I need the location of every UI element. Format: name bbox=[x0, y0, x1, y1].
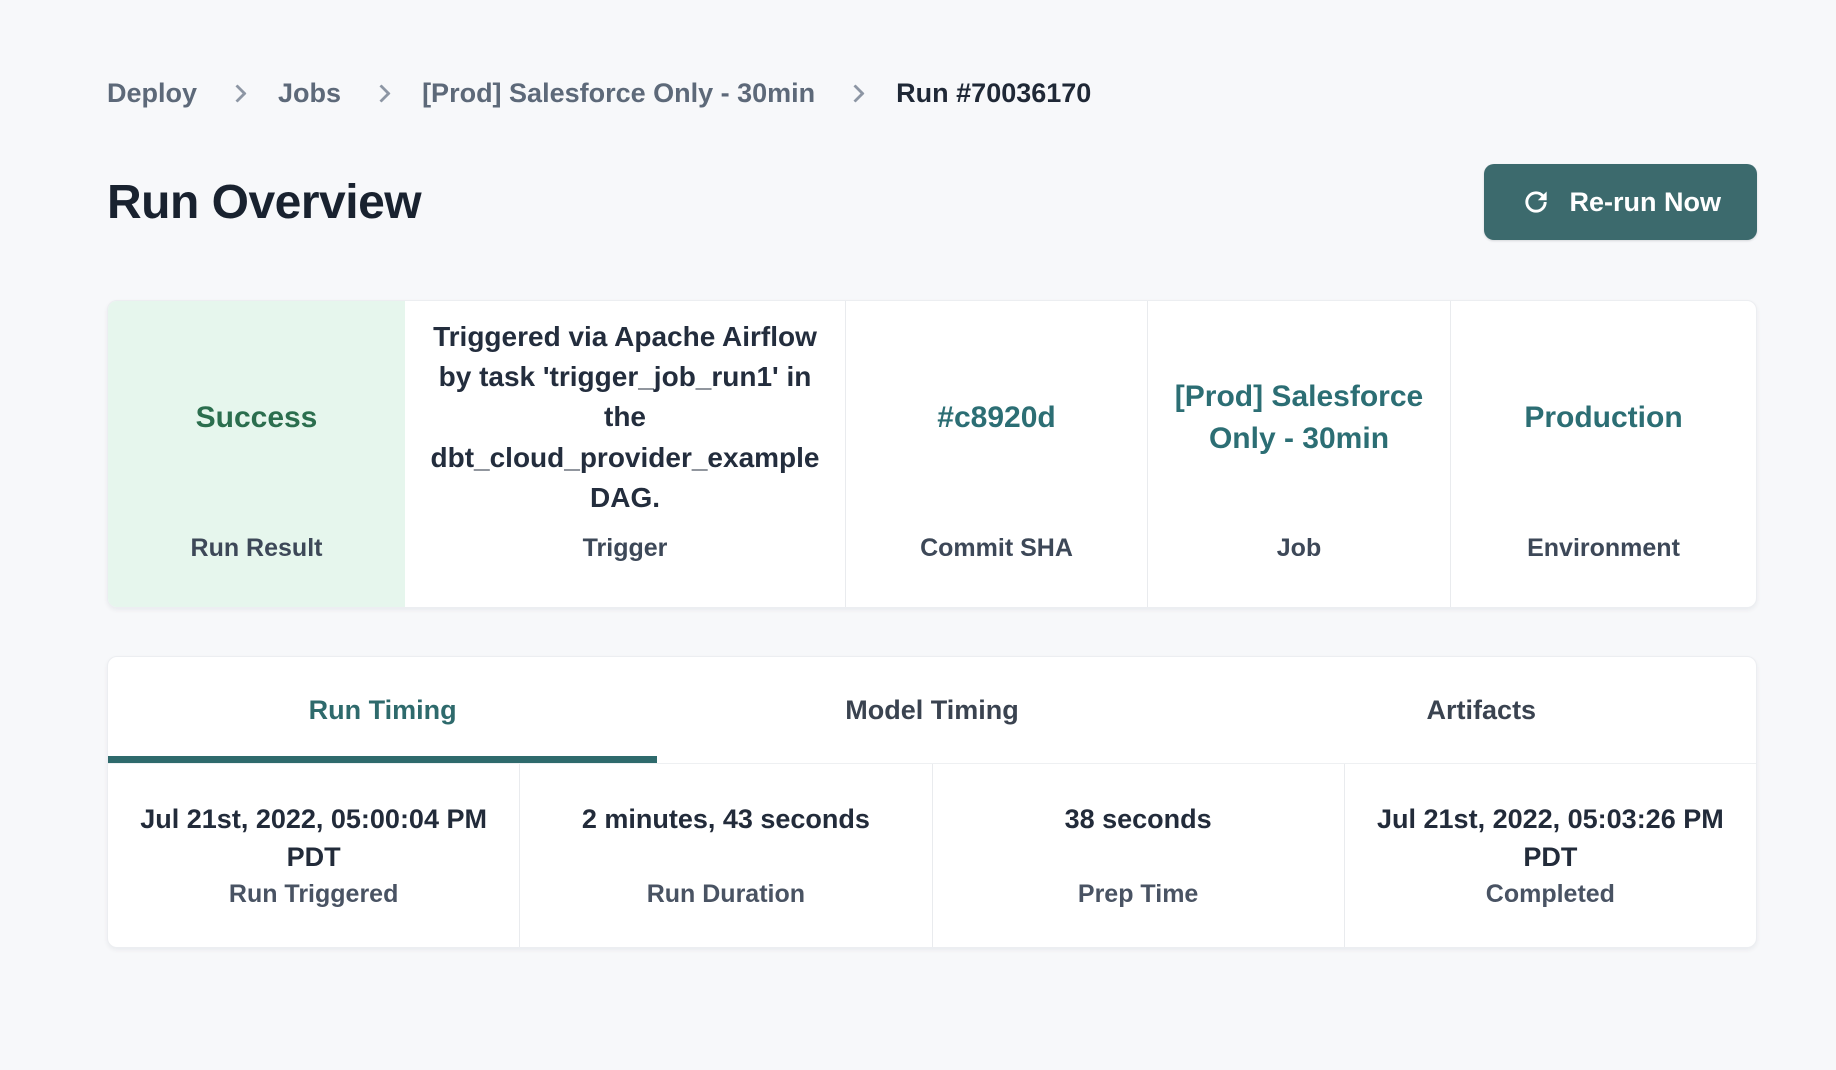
tab-artifacts[interactable]: Artifacts bbox=[1207, 657, 1756, 763]
commit-sha-link[interactable]: #c8920d bbox=[937, 397, 1055, 438]
tab-model-timing[interactable]: Model Timing bbox=[657, 657, 1206, 763]
card-commit-sha: #c8920d Commit SHA bbox=[845, 301, 1147, 607]
breadcrumb-item-deploy[interactable]: Deploy bbox=[107, 78, 197, 109]
run-result-label: Run Result bbox=[191, 534, 323, 563]
job-link[interactable]: [Prod] Salesforce Only - 30min bbox=[1169, 376, 1429, 459]
card-trigger: Triggered via Apache Airflow by task 'tr… bbox=[405, 301, 845, 607]
chevron-right-icon bbox=[846, 84, 864, 102]
trigger-value: Triggered via Apache Airflow by task 'tr… bbox=[428, 317, 823, 517]
run-triggered-label: Run Triggered bbox=[229, 880, 398, 909]
card-run-duration: 2 minutes, 43 seconds Run Duration bbox=[519, 764, 931, 947]
prep-time-value: 38 seconds bbox=[1065, 800, 1212, 878]
card-run-result: Success Run Result bbox=[108, 301, 405, 607]
completed-value: Jul 21st, 2022, 05:03:26 PM PDT bbox=[1365, 800, 1735, 878]
commit-sha-label: Commit SHA bbox=[920, 534, 1073, 563]
run-summary-row: Success Run Result Triggered via Apache … bbox=[107, 300, 1757, 608]
active-tab-underline bbox=[108, 756, 657, 763]
breadcrumb: Deploy Jobs [Prod] Salesforce Only - 30m… bbox=[107, 76, 1757, 110]
environment-link[interactable]: Production bbox=[1524, 397, 1682, 438]
refresh-icon bbox=[1520, 186, 1552, 218]
card-environment: Production Environment bbox=[1450, 301, 1756, 607]
rerun-now-button[interactable]: Re-run Now bbox=[1484, 164, 1758, 240]
tab-model-timing-label: Model Timing bbox=[845, 695, 1019, 726]
breadcrumb-item-run-number: Run #70036170 bbox=[896, 78, 1091, 109]
job-label: Job bbox=[1277, 534, 1321, 563]
trigger-label: Trigger bbox=[583, 534, 668, 563]
tab-artifacts-label: Artifacts bbox=[1427, 695, 1537, 726]
run-overview-page: Deploy Jobs [Prod] Salesforce Only - 30m… bbox=[107, 76, 1757, 948]
run-detail-panel: Run Timing Model Timing Artifacts Jul 21… bbox=[107, 656, 1757, 948]
completed-label: Completed bbox=[1486, 880, 1615, 909]
tab-run-timing-label: Run Timing bbox=[309, 695, 457, 726]
tab-run-timing[interactable]: Run Timing bbox=[108, 657, 657, 763]
card-completed: Jul 21st, 2022, 05:03:26 PM PDT Complete… bbox=[1344, 764, 1756, 947]
chevron-right-icon bbox=[372, 84, 390, 102]
run-result-value: Success bbox=[196, 397, 318, 438]
page-header: Run Overview Re-run Now bbox=[107, 164, 1757, 240]
run-duration-label: Run Duration bbox=[647, 880, 805, 909]
run-triggered-value: Jul 21st, 2022, 05:00:04 PM PDT bbox=[129, 800, 499, 878]
card-prep-time: 38 seconds Prep Time bbox=[932, 764, 1344, 947]
page-title: Run Overview bbox=[107, 175, 421, 230]
run-timing-grid: Jul 21st, 2022, 05:00:04 PM PDT Run Trig… bbox=[108, 764, 1756, 947]
run-duration-value: 2 minutes, 43 seconds bbox=[582, 800, 870, 878]
breadcrumb-item-job-name[interactable]: [Prod] Salesforce Only - 30min bbox=[422, 78, 815, 109]
tab-bar: Run Timing Model Timing Artifacts bbox=[108, 657, 1756, 764]
environment-label: Environment bbox=[1527, 534, 1680, 563]
prep-time-label: Prep Time bbox=[1078, 880, 1198, 909]
breadcrumb-item-jobs[interactable]: Jobs bbox=[278, 78, 341, 109]
chevron-right-icon bbox=[228, 84, 246, 102]
card-job: [Prod] Salesforce Only - 30min Job bbox=[1147, 301, 1450, 607]
card-run-triggered: Jul 21st, 2022, 05:00:04 PM PDT Run Trig… bbox=[108, 764, 519, 947]
rerun-now-label: Re-run Now bbox=[1570, 187, 1722, 218]
